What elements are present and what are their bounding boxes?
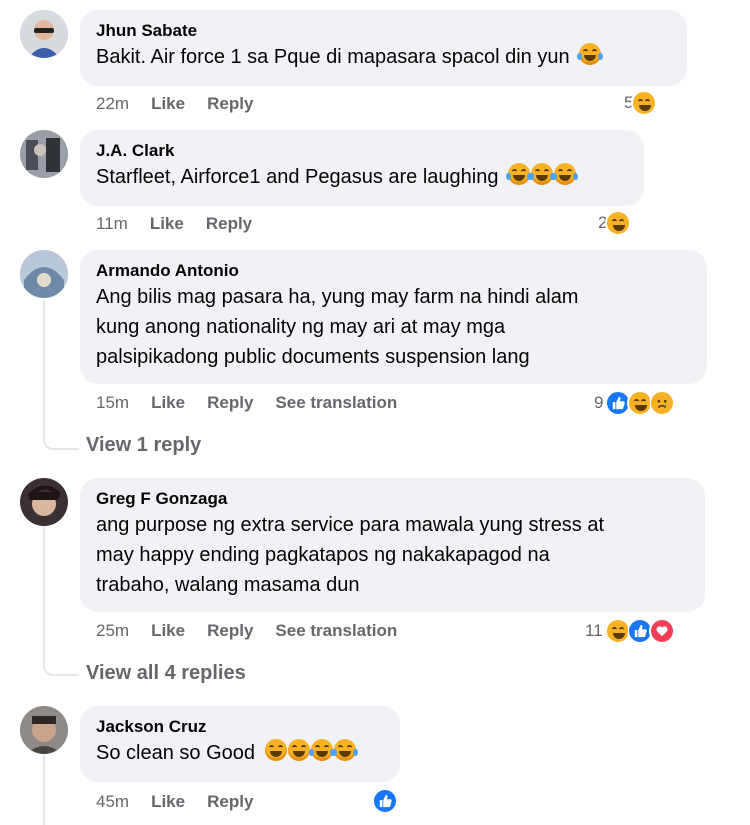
avatar[interactable] xyxy=(20,250,68,298)
comment-text: Ang bilis mag pasara ha, yung may farm n… xyxy=(96,282,691,372)
like-link[interactable]: Like xyxy=(151,621,185,641)
reaction-summary[interactable]: 2 xyxy=(598,210,632,236)
comment-actions: 15m Like Reply See translation xyxy=(96,393,419,413)
reply-link[interactable]: Reply xyxy=(207,94,253,114)
reply-link[interactable]: Reply xyxy=(206,214,252,234)
comment-bubble: Jhun Sabate Bakit. Air force 1 sa Pque d… xyxy=(80,10,687,86)
comment-line: trabaho, walang masama dun xyxy=(96,574,360,596)
comment-line: Ang bilis mag pasara ha, yung may farm n… xyxy=(96,286,579,308)
haha-reaction-icon xyxy=(604,618,631,644)
reaction-summary[interactable]: 11 xyxy=(585,618,675,644)
comment-line: kung anong nationality ng may ari at may… xyxy=(96,316,506,338)
comment-timestamp[interactable]: 11m xyxy=(96,214,128,234)
haha-reaction-icon xyxy=(627,390,654,416)
avatar[interactable] xyxy=(20,478,68,526)
comment-line: ang purpose ng extra service para mawala… xyxy=(96,514,605,536)
tears-of-joy-emoji xyxy=(552,163,579,185)
comment-line: Starfleet, Airforce1 and Pegasus are lau… xyxy=(96,166,499,188)
tears-of-joy-emoji xyxy=(506,163,533,185)
emoji-group xyxy=(264,739,358,761)
reaction-count: 11 xyxy=(585,621,603,640)
avatar[interactable] xyxy=(20,130,68,178)
comment-bubble: J.A. Clark Starfleet, Airforce1 and Pega… xyxy=(80,130,644,206)
haha-reaction-icon xyxy=(605,210,632,236)
comment-actions: 11m Like Reply xyxy=(96,214,274,234)
tears-of-joy-emoji xyxy=(331,739,358,761)
like-link[interactable]: Like xyxy=(151,792,185,812)
comment-line: Bakit. Air force 1 sa Pque di mapasara s… xyxy=(96,46,570,68)
comment: J.A. Clark Starfleet, Airforce1 and Pega… xyxy=(20,130,730,240)
comment-author[interactable]: Greg F Gonzaga xyxy=(96,488,689,510)
comment-author[interactable]: J.A. Clark xyxy=(96,140,628,162)
see-translation-link[interactable]: See translation xyxy=(275,621,397,641)
comment-line: So clean so Good xyxy=(96,742,255,764)
comment-author[interactable]: Jhun Sabate xyxy=(96,20,671,42)
comment-timestamp[interactable]: 22m xyxy=(96,94,129,114)
view-replies-link[interactable]: View 1 reply xyxy=(86,434,201,457)
view-replies-link[interactable]: View all 4 replies xyxy=(86,662,246,685)
avatar[interactable] xyxy=(20,706,68,754)
tears-of-joy-emoji xyxy=(529,163,556,185)
avatar-photo xyxy=(20,130,68,178)
grinning-sweat-emoji xyxy=(287,739,310,761)
reaction-count: 9 xyxy=(594,393,604,412)
love-reaction-icon xyxy=(648,618,675,644)
comment-author[interactable]: Armando Antonio xyxy=(96,260,691,282)
comment-line: palsipikadong public documents suspensio… xyxy=(96,346,530,368)
like-link[interactable]: Like xyxy=(151,393,185,413)
tears-of-joy-emoji xyxy=(577,43,604,65)
reaction-summary[interactable]: 5 xyxy=(624,90,658,116)
reaction-summary[interactable] xyxy=(372,788,398,814)
comment-bubble: Greg F Gonzaga ang purpose ng extra serv… xyxy=(80,478,705,612)
avatar-photo xyxy=(20,478,68,526)
comment-line: may happy ending pagkatapos ng nakakapag… xyxy=(96,544,550,566)
comment-text: ang purpose ng extra service para mawala… xyxy=(96,510,689,600)
haha-reaction-icon xyxy=(631,90,658,116)
comment-timestamp[interactable]: 45m xyxy=(96,792,129,812)
comment-actions: 25m Like Reply See translation xyxy=(96,621,419,641)
comment: Greg F Gonzaga ang purpose ng extra serv… xyxy=(20,478,730,658)
comment: Jackson Cruz So clean so Good 45m Like R… xyxy=(20,706,730,816)
like-link[interactable]: Like xyxy=(150,214,184,234)
comment-timestamp[interactable]: 25m xyxy=(96,621,129,641)
avatar[interactable] xyxy=(20,10,68,58)
reply-link[interactable]: Reply xyxy=(207,621,253,641)
like-reaction-icon xyxy=(372,788,398,814)
comment-actions: 45m Like Reply xyxy=(96,792,275,812)
avatar-photo xyxy=(20,10,68,58)
grinning-sweat-emoji xyxy=(264,739,287,761)
reaction-summary[interactable]: 9 xyxy=(594,390,676,416)
comment: Jhun Sabate Bakit. Air force 1 sa Pque d… xyxy=(20,10,730,120)
comment-bubble: Armando Antonio Ang bilis mag pasara ha,… xyxy=(80,250,707,384)
reply-link[interactable]: Reply xyxy=(207,393,253,413)
like-link[interactable]: Like xyxy=(151,94,185,114)
comment-text: Starfleet, Airforce1 and Pegasus are lau… xyxy=(96,162,628,192)
emoji-group xyxy=(506,163,579,185)
comment-text: Bakit. Air force 1 sa Pque di mapasara s… xyxy=(96,42,671,72)
comment-bubble: Jackson Cruz So clean so Good xyxy=(80,706,400,782)
see-translation-link[interactable]: See translation xyxy=(275,393,397,413)
comment-author[interactable]: Jackson Cruz xyxy=(96,716,384,738)
avatar-photo xyxy=(20,706,68,754)
reply-link[interactable]: Reply xyxy=(207,792,253,812)
emoji-group xyxy=(577,43,604,65)
sad-reaction-icon xyxy=(649,390,676,416)
avatar-photo xyxy=(20,250,68,298)
tears-of-joy-emoji xyxy=(308,739,335,761)
comment-actions: 22m Like Reply xyxy=(96,94,275,114)
comment-timestamp[interactable]: 15m xyxy=(96,393,129,413)
comment-text: So clean so Good xyxy=(96,738,384,768)
comment: Armando Antonio Ang bilis mag pasara ha,… xyxy=(20,250,730,430)
